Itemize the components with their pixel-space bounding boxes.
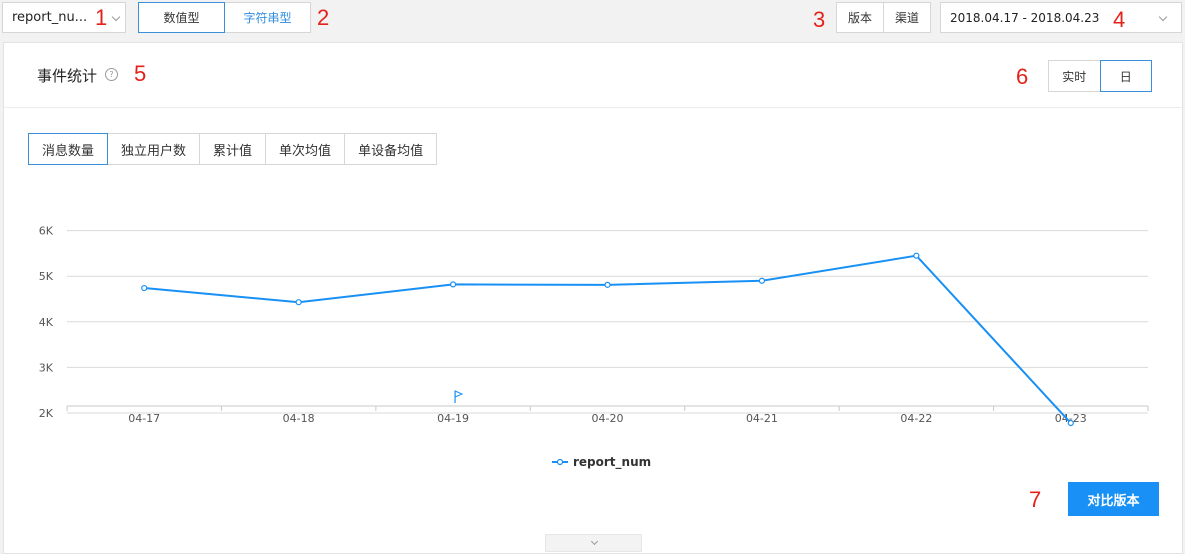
tab-avg-per-session[interactable]: 单次均值 — [265, 133, 346, 165]
tab-avg-per-device[interactable]: 单设备均值 — [344, 133, 438, 165]
metric-tabs: 消息数量 独立用户数 累计值 单次均值 单设备均值 — [28, 133, 438, 165]
annotation-6: 6 — [1016, 64, 1029, 89]
chevron-down-icon — [590, 537, 599, 546]
annotation-4: 4 — [1113, 7, 1126, 32]
x-tick-label: 04-21 — [746, 412, 778, 425]
x-tick-label: 04-19 — [437, 412, 469, 425]
date-range-picker[interactable]: 2018.04.17 - 2018.04.23 — [940, 2, 1182, 33]
compare-version-button[interactable]: 对比版本 — [1068, 482, 1159, 516]
x-tick-label: 04-22 — [900, 412, 932, 425]
data-point — [1067, 419, 1074, 427]
flag-icon — [454, 390, 464, 403]
chevron-down-icon — [1158, 12, 1168, 22]
y-tick-label: 5K — [39, 270, 54, 283]
data-point — [141, 284, 148, 292]
y-tick-label: 6K — [39, 225, 54, 238]
metric-select-value: report_nu... — [12, 10, 88, 25]
y-tick-label: 4K — [39, 316, 54, 329]
annotation-1: 1 — [95, 5, 108, 30]
series-line — [144, 254, 1072, 424]
x-tick-label: 04-18 — [283, 412, 315, 425]
panel-header: 事件统计 ? 5 6 实时 日 — [4, 43, 1182, 108]
expand-handle[interactable] — [545, 534, 642, 552]
granularity-day[interactable]: 日 — [1099, 60, 1152, 92]
y-tick-label: 2K — [39, 407, 54, 420]
data-point — [295, 299, 302, 306]
annotation-5: 5 — [134, 61, 147, 86]
line-chart: 2K 3K 4K 5K 6K 04-17 04-18 04-19 04-20 04-21 04-22… — [39, 225, 1149, 470]
x-tick-label: 04-20 — [592, 412, 624, 425]
data-point — [604, 281, 611, 288]
question-circle-icon[interactable]: ? — [105, 68, 118, 81]
x-tick-label: 04-17 — [128, 412, 160, 425]
date-range-value: 2018.04.17 - 2018.04.23 — [950, 11, 1100, 25]
version-filter-button[interactable]: 版本 — [837, 3, 883, 32]
data-point — [758, 277, 766, 284]
granularity-realtime[interactable]: 实时 — [1048, 60, 1101, 92]
y-tick-label: 3K — [39, 361, 54, 374]
data-point — [449, 281, 457, 288]
annotation-3: 3 — [813, 7, 826, 32]
metric-select[interactable]: report_nu... — [2, 2, 126, 33]
event-stats-panel: 事件统计 ? 5 6 实时 日 消息数量 独立用户数 累计值 单次均值 单设备均… — [3, 42, 1183, 554]
tab-message-count[interactable]: 消息数量 — [28, 133, 109, 165]
data-point — [913, 252, 920, 259]
panel-title: 事件统计 — [37, 67, 98, 85]
annotation-7: 7 — [1029, 487, 1042, 512]
channel-filter-button[interactable]: 渠道 — [883, 3, 930, 32]
filter-group: 版本 渠道 — [836, 2, 931, 33]
annotation-2: 2 — [317, 5, 330, 30]
value-type-string[interactable]: 字符串型 — [225, 3, 310, 32]
legend-label: report_num — [573, 455, 651, 470]
value-type-numeric[interactable]: 数值型 — [138, 2, 225, 33]
value-type-toggle: 数值型 字符串型 — [138, 2, 311, 33]
granularity-toggle: 实时 日 — [1048, 60, 1152, 92]
legend-swatch-marker — [556, 458, 564, 466]
tab-cumulative[interactable]: 累计值 — [199, 133, 267, 165]
tab-unique-users[interactable]: 独立用户数 — [107, 133, 201, 165]
chevron-down-icon — [111, 12, 121, 22]
